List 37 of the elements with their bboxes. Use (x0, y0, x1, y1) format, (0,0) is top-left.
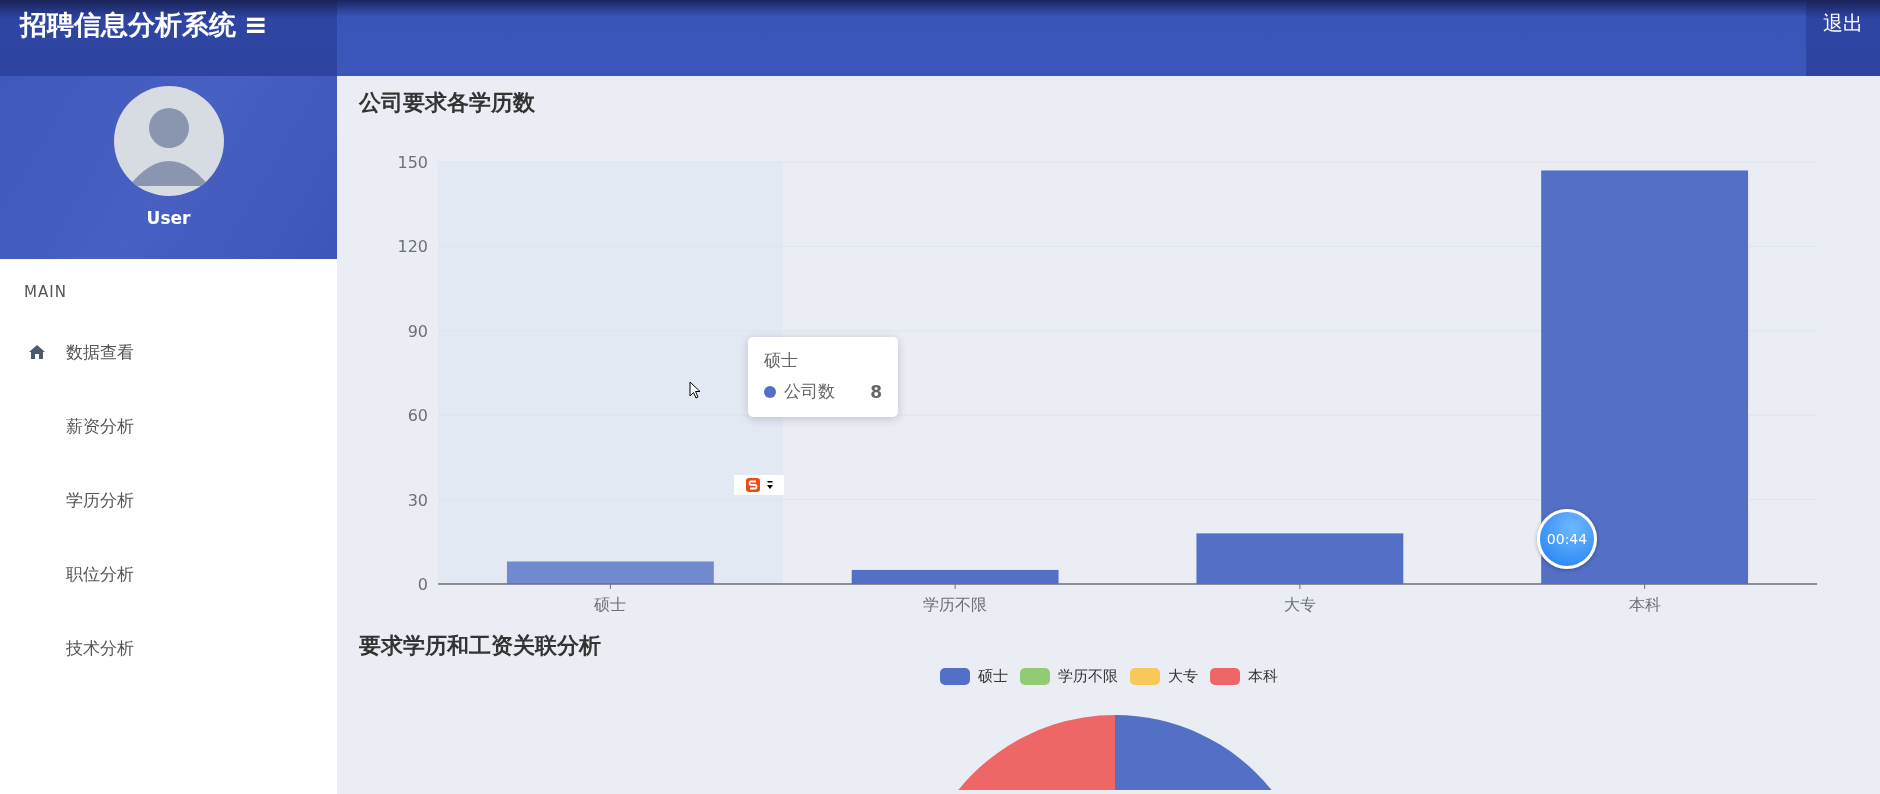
home-icon (29, 345, 45, 359)
tooltip-series: 公司数 (784, 380, 836, 403)
nav-link[interactable]: 职位分析 (66, 562, 134, 586)
nav-section-label: MAIN (24, 283, 68, 301)
tooltip-value: 8 (870, 381, 882, 402)
chart-title: 要求学历和工资关联分析 (358, 632, 602, 660)
ime-toolbar[interactable] (734, 475, 784, 495)
legend-label[interactable]: 学历不限 (1057, 667, 1118, 686)
bar[interactable] (1541, 170, 1749, 584)
nav-link[interactable]: 学历分析 (66, 488, 134, 512)
user-name: User (146, 208, 191, 228)
nav-link[interactable]: 薪资分析 (66, 414, 134, 438)
caret-icon (767, 481, 773, 489)
x-axis-label: 学历不限 (923, 595, 988, 614)
app-title: 招聘信息分析系统 (20, 8, 236, 42)
cursor-icon (689, 381, 701, 399)
legend-label[interactable]: 大专 (1167, 667, 1198, 686)
x-axis-label: 大专 (1283, 595, 1316, 614)
tooltip-title: 硕士 (764, 349, 799, 372)
x-axis-label: 本科 (1628, 595, 1661, 614)
nav-link[interactable]: 数据查看 (66, 340, 134, 364)
bar[interactable] (1196, 533, 1404, 584)
logout-button[interactable]: 退出 (1806, 0, 1880, 76)
y-tick-label: 60 (407, 406, 428, 426)
y-tick-label: 90 (407, 321, 428, 341)
y-tick-label: 30 (407, 490, 428, 510)
x-axis-label: 硕士 (594, 595, 627, 614)
bar[interactable] (506, 561, 714, 584)
y-tick-label: 120 (397, 237, 428, 257)
legend-label[interactable]: 本科 (1247, 667, 1278, 686)
y-tick-label: 0 (417, 575, 428, 594)
y-tick-label: 150 (397, 153, 428, 172)
menu-toggle-button[interactable]: ≡ (244, 8, 268, 42)
chart-title: 公司要求各学历数 (357, 89, 536, 117)
legend-label[interactable]: 硕士 (977, 667, 1008, 686)
s-logo-icon (745, 477, 761, 493)
nav-link[interactable]: 技术分析 (66, 636, 134, 660)
